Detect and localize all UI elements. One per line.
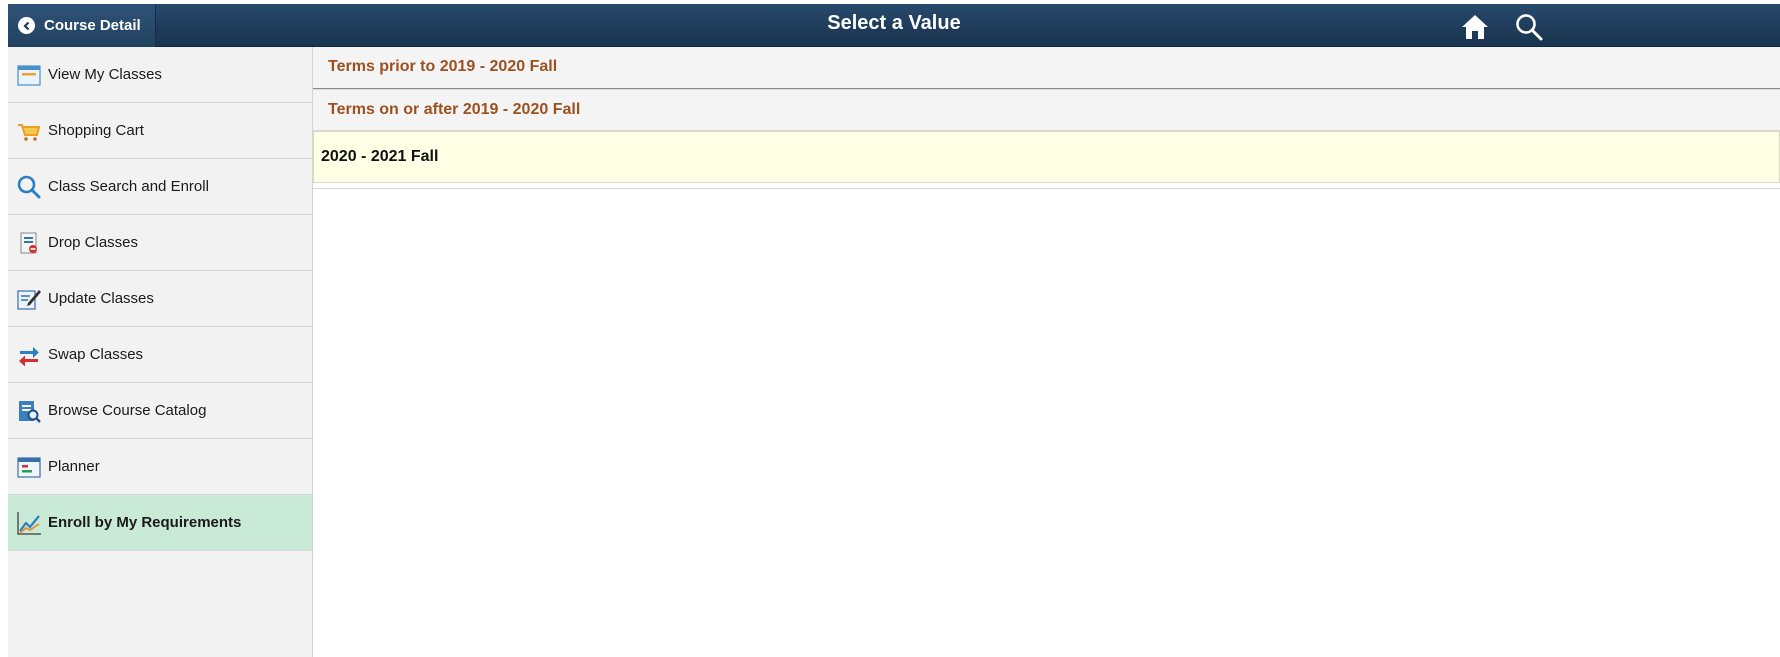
- sidebar-item-browse-catalog[interactable]: Browse Course Catalog: [8, 383, 312, 439]
- sidebar-item-shopping-cart[interactable]: Shopping Cart: [8, 103, 312, 159]
- sidebar-item-update-classes[interactable]: Update Classes: [8, 271, 312, 327]
- sidebar-item-label: Class Search and Enroll: [48, 178, 209, 195]
- sidebar-item-swap-classes[interactable]: Swap Classes: [8, 327, 312, 383]
- list-item[interactable]: 2020 - 2021 Fall: [313, 131, 1780, 183]
- sidebar-item-enroll-requirements[interactable]: Enroll by My Requirements: [8, 495, 312, 551]
- sidebar-item-view-my-classes[interactable]: View My Classes: [8, 47, 312, 103]
- sidebar-item-label: Enroll by My Requirements: [48, 514, 242, 531]
- sidebar-item-planner[interactable]: Planner: [8, 439, 312, 495]
- back-button[interactable]: Course Detail: [8, 4, 156, 47]
- sidebar-item-label: View My Classes: [48, 66, 162, 83]
- value-list: Terms prior to 2019 - 2020 Fall Terms on…: [313, 47, 1780, 657]
- drop-icon: [16, 230, 42, 256]
- sidebar-item-drop-classes[interactable]: Drop Classes: [8, 215, 312, 271]
- list-divider: [313, 183, 1780, 189]
- sidebar-item-label: Update Classes: [48, 290, 154, 307]
- calendar-icon: [16, 62, 42, 88]
- sidebar-item-label: Browse Course Catalog: [48, 402, 207, 419]
- sidebar-item-label: Drop Classes: [48, 234, 139, 251]
- sidebar-item-label: Swap Classes: [48, 346, 144, 363]
- sidebar-nav: View My Classes Shopping Cart Class Sear…: [8, 47, 313, 657]
- catalog-icon: [16, 398, 42, 424]
- page-header: Course Detail Select a Value: [8, 4, 1780, 47]
- group-header-current-terms[interactable]: Terms on or after 2019 - 2020 Fall: [313, 89, 1780, 131]
- cart-icon: [16, 118, 42, 144]
- edit-icon: [16, 286, 42, 312]
- swap-icon: [16, 342, 42, 368]
- chevron-left-icon: [18, 17, 35, 34]
- search-icon[interactable]: [1514, 12, 1544, 42]
- chart-icon: [16, 510, 42, 536]
- back-button-label: Course Detail: [44, 17, 141, 34]
- sidebar-item-class-search[interactable]: Class Search and Enroll: [8, 159, 312, 215]
- home-icon[interactable]: [1460, 12, 1490, 42]
- search-icon: [16, 174, 42, 200]
- group-header-prior-terms[interactable]: Terms prior to 2019 - 2020 Fall: [313, 47, 1780, 89]
- planner-icon: [16, 454, 42, 480]
- sidebar-item-label: Shopping Cart: [48, 122, 144, 139]
- sidebar-item-label: Planner: [48, 458, 100, 475]
